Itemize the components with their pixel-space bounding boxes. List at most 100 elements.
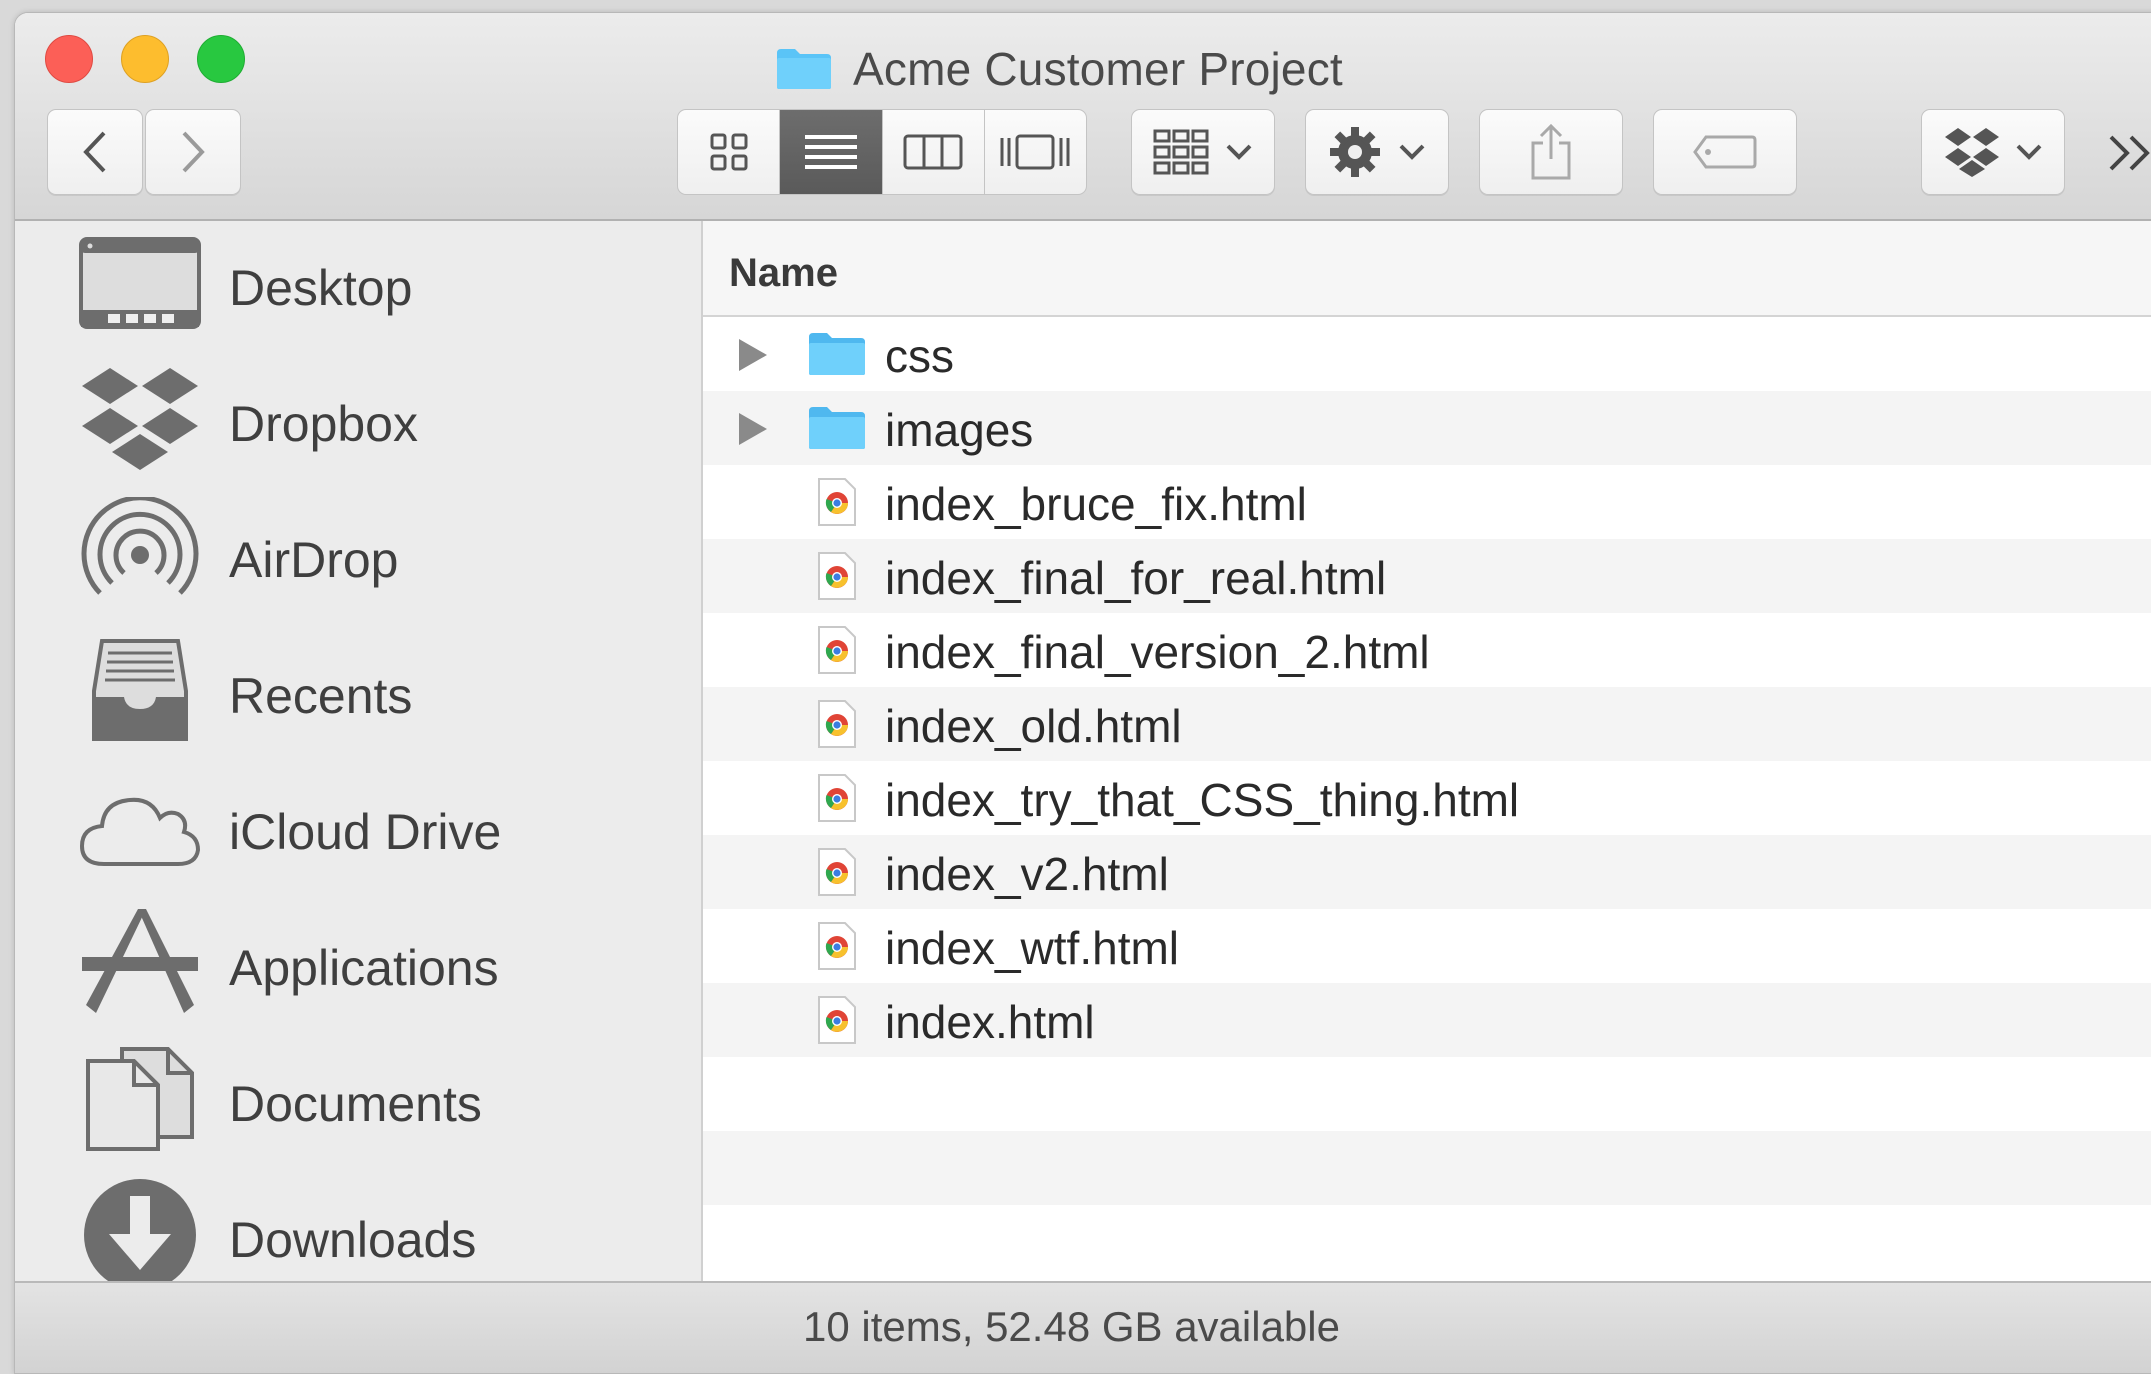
chevron-left-icon <box>83 131 106 173</box>
file-row[interactable]: css <box>703 317 2151 391</box>
finder-window: Acme Customer Project Desktop Dropbox Ai… <box>14 12 2151 1374</box>
icon-grid-icon <box>710 133 748 171</box>
close-button[interactable] <box>45 35 93 83</box>
action-button[interactable] <box>1305 109 1449 195</box>
column-header-label: Name <box>729 251 838 295</box>
tags-button[interactable] <box>1653 109 1797 195</box>
file-row[interactable]: images <box>703 391 2151 465</box>
disclosure-triangle-icon[interactable] <box>739 339 767 371</box>
file-name: index_wtf.html <box>885 922 1180 974</box>
sidebar-item-label: Desktop <box>229 260 413 316</box>
folder-icon <box>807 327 867 381</box>
desktop-icon <box>75 227 205 339</box>
toolbar: Acme Customer Project <box>15 13 2151 221</box>
sidebar-item-airdrop[interactable]: AirDrop <box>15 495 701 615</box>
file-name: index_bruce_fix.html <box>885 478 1307 530</box>
window-title: Acme Customer Project <box>775 41 1343 97</box>
html-file-icon <box>807 993 867 1047</box>
file-name: index_old.html <box>885 700 1182 752</box>
file-row[interactable]: index_final_for_real.html <box>703 539 2151 613</box>
file-name: index_try_that_CSS_thing.html <box>885 774 1520 826</box>
forward-button[interactable] <box>145 109 241 195</box>
toolbar-overflow-button[interactable] <box>2101 123 2151 183</box>
html-file-icon <box>807 919 867 973</box>
sidebar-item-dropbox[interactable]: Dropbox <box>15 359 701 479</box>
sidebar-item-label: Downloads <box>229 1212 477 1268</box>
double-chevron-right-icon <box>2109 135 2150 171</box>
file-row[interactable]: index_try_that_CSS_thing.html <box>703 761 2151 835</box>
share-icon <box>1531 123 1571 180</box>
folder-icon <box>807 401 867 455</box>
cloud-icon <box>75 771 205 883</box>
tag-icon <box>1693 135 1757 169</box>
empty-row <box>703 1131 2151 1205</box>
html-file-icon <box>807 475 867 529</box>
dropbox-icon <box>1945 128 1999 177</box>
html-file-icon <box>807 623 867 677</box>
file-row[interactable]: index_old.html <box>703 687 2151 761</box>
file-row[interactable]: index_bruce_fix.html <box>703 465 2151 539</box>
sidebar-item-recents[interactable]: Recents <box>15 631 701 751</box>
file-name: index.html <box>885 996 1095 1048</box>
file-name: index_final_version_2.html <box>885 626 1430 678</box>
list-view-button[interactable] <box>780 110 883 194</box>
file-name: index_final_for_real.html <box>885 552 1387 604</box>
html-file-icon <box>807 549 867 603</box>
html-file-icon <box>807 771 867 825</box>
sidebar: Desktop Dropbox AirDrop Recents iCloud D… <box>15 221 703 1281</box>
minimize-button[interactable] <box>121 35 169 83</box>
documents-icon <box>75 1043 205 1155</box>
cover-flow-view-button[interactable] <box>985 110 1086 194</box>
file-name: images <box>885 404 1034 456</box>
icon-view-button[interactable] <box>678 110 781 194</box>
recents-icon <box>75 635 205 747</box>
file-row[interactable]: index_wtf.html <box>703 909 2151 983</box>
sidebar-item-label: Dropbox <box>229 396 418 452</box>
back-button[interactable] <box>47 109 143 195</box>
empty-row <box>703 1205 2151 1279</box>
folder-icon <box>777 49 831 89</box>
sidebar-item-label: Applications <box>229 940 499 996</box>
sidebar-item-icloud-drive[interactable]: iCloud Drive <box>15 767 701 887</box>
chevron-down-icon <box>2016 144 2042 160</box>
file-row[interactable]: index_final_version_2.html <box>703 613 2151 687</box>
file-row[interactable]: index.html <box>703 983 2151 1057</box>
disclosure-triangle-icon[interactable] <box>739 413 767 445</box>
dropbox-menu-button[interactable] <box>1921 109 2065 195</box>
column-view-button[interactable] <box>883 110 985 194</box>
sidebar-item-label: Documents <box>229 1076 482 1132</box>
sidebar-item-documents[interactable]: Documents <box>15 1039 701 1159</box>
window-title-text: Acme Customer Project <box>853 43 1343 95</box>
file-list: Name css images index_bruce_fix.html ind… <box>703 221 2151 1281</box>
downloads-icon <box>75 1179 205 1281</box>
maximize-button[interactable] <box>197 35 245 83</box>
cover-flow-icon <box>1000 134 1070 170</box>
airdrop-icon <box>75 497 205 611</box>
chevron-right-icon <box>182 131 205 173</box>
file-name: css <box>885 330 954 382</box>
view-mode-control <box>677 109 1087 195</box>
gear-icon <box>1330 127 1380 177</box>
share-button[interactable] <box>1479 109 1623 195</box>
sidebar-item-downloads[interactable]: Downloads <box>15 1175 701 1281</box>
html-file-icon <box>807 845 867 899</box>
status-text: 10 items, 52.48 GB available <box>803 1303 1340 1350</box>
html-file-icon <box>807 697 867 751</box>
sidebar-item-desktop[interactable]: Desktop <box>15 223 701 343</box>
list-icon <box>804 135 857 169</box>
column-header-name[interactable]: Name <box>703 221 2151 317</box>
arrange-button[interactable] <box>1131 109 1275 195</box>
chevron-down-icon <box>1399 144 1425 160</box>
file-name: index_v2.html <box>885 848 1169 900</box>
sidebar-item-applications[interactable]: Applications <box>15 903 701 1023</box>
sidebar-item-label: Recents <box>229 668 413 724</box>
sidebar-item-label: iCloud Drive <box>229 804 502 860</box>
applications-icon <box>75 907 205 1019</box>
dropbox-icon <box>75 363 205 475</box>
status-bar: 10 items, 52.48 GB available <box>15 1281 2151 1373</box>
columns-icon <box>903 134 963 170</box>
empty-row <box>703 1057 2151 1131</box>
chevron-down-icon <box>1226 144 1252 160</box>
sidebar-item-label: AirDrop <box>229 532 399 588</box>
file-row[interactable]: index_v2.html <box>703 835 2151 909</box>
